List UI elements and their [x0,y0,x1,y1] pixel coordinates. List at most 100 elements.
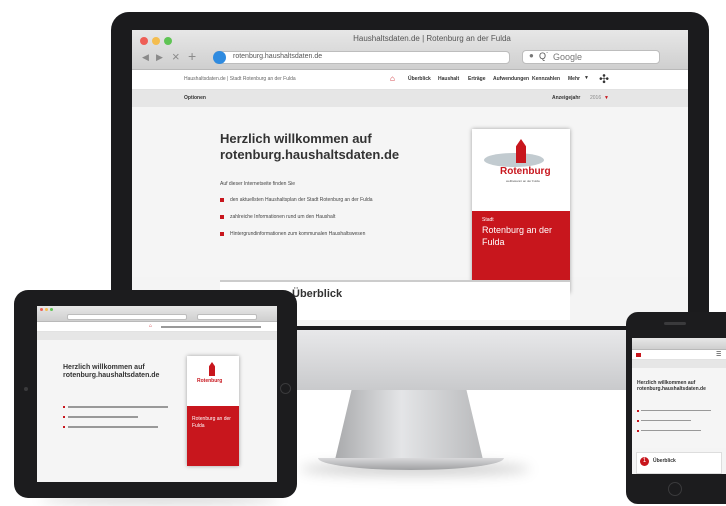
nav-mehr[interactable]: Mehr [568,76,580,82]
bullet-line [68,416,138,418]
tablet-browser-chrome [37,306,277,322]
site-favicon-icon [213,51,226,64]
options-bar: Optionen Anzeigejahr 2016 ▼ [132,90,688,107]
minimize-window-icon[interactable] [152,37,160,45]
phone-home-button[interactable] [668,482,682,496]
phone-screen: ☰ Herzlich willkommen auf rotenburg.haus… [632,338,726,474]
new-tab-icon[interactable]: + [188,48,196,64]
site-brand[interactable]: Haushaltsdaten.de | Stadt Rotenburg an d… [184,76,296,82]
home-icon[interactable]: ⌂ [149,323,152,329]
bullet-line [68,406,168,408]
bullet-line [641,420,691,421]
phone-welcome-section: Herzlich willkommen auf rotenburg.hausha… [632,368,726,448]
maximize-window-icon[interactable] [164,37,172,45]
landscape-graphic [484,153,544,167]
nav-ertraege[interactable]: Erträge [468,76,486,82]
phone-overview-title: Überblick [653,458,676,464]
back-icon[interactable]: ◀ [142,52,149,63]
search-placeholder: Google [553,52,583,62]
chevron-down-icon[interactable]: ▼ [604,95,609,101]
bullet-item: zahlreiche Informationen rund um den Hau… [230,214,336,220]
bullet-item: den aktuellsten Haushaltsplan der Stadt … [230,197,373,203]
overview-heading: Überblick [292,288,343,300]
options-label[interactable]: Optionen [184,95,206,101]
section-number-badge: 1 [640,457,649,466]
close-window-icon[interactable] [40,308,43,311]
settings-icon[interactable]: ✣ [599,72,609,86]
nav-haushalt[interactable]: Haushalt [438,76,459,82]
tablet-options-bar [37,332,277,340]
search-field[interactable]: ● Q˙ Google [522,50,660,64]
city-logo-word: Rotenburg [500,166,551,177]
address-bar[interactable]: rotenburg.haushaltsdaten.de [213,51,510,64]
phone-site-header: ☰ [632,350,726,360]
tablet-welcome-section: Herzlich willkommen auf rotenburg.hausha… [37,340,277,482]
city-name-line1: Rotenburg an der [192,416,231,422]
city-name-line1: Rotenburg an der [482,225,553,235]
chevron-down-icon[interactable]: ▼ [584,75,589,81]
bullet-marker [220,215,224,219]
stop-icon[interactable]: × [172,49,180,64]
browser-chrome: Haushaltsdaten.de | Rotenburg an der Ful… [132,30,688,70]
tablet-city-card[interactable]: Rotenburg Rotenburg an der Fulda [187,356,239,466]
nav-kennzahlen[interactable]: Kennzahlen [532,76,560,82]
tablet-screen: ⌂ Herzlich willkommen auf rotenburg.haus… [37,306,277,482]
city-kicker: Stadt [482,217,494,223]
city-name-line2: Fulda [482,237,505,247]
year-label: Anzeigejahr [552,95,581,101]
nav-aufwendungen[interactable]: Aufwendungen [493,76,529,82]
bullet-marker [220,232,224,236]
monitor-screen: Haushaltsdaten.de | Rotenburg an der Ful… [132,30,688,326]
welcome-title-line2: rotenburg.haushaltsdaten.de [220,147,400,162]
tablet-welcome-title-line1: Herzlich willkommen auf [63,364,145,371]
site-header: Haushaltsdaten.de | Stadt Rotenburg an d… [132,70,688,90]
bullet-marker [63,416,65,418]
phone-browser-chrome [632,338,726,350]
menu-icon[interactable]: ☰ [716,351,721,358]
city-logo: Rotenburg weltbekannt an der Fulda [472,129,570,191]
city-logo-word: Rotenburg [197,378,223,384]
search-icon: Q˙ [539,51,549,61]
tablet-home-button[interactable] [280,383,291,394]
bullet-marker [637,430,639,432]
city-name-line2: Fulda [192,423,205,429]
welcome-title-line1: Herzlich willkommen auf [220,131,372,146]
tablet-camera-icon [24,387,28,391]
welcome-intro: Auf dieser Internetseite finden Sie [220,181,296,187]
city-logo-sub: weltbekannt an der Fulda [506,179,540,183]
castle-tower-icon [516,139,526,163]
bullet-line [641,430,701,431]
castle-tower-icon [209,362,215,376]
site-flag-icon [636,353,641,357]
search-field[interactable] [197,314,257,320]
phone-speaker [664,322,686,325]
forward-icon[interactable]: ▶ [156,52,163,63]
bullet-line [68,426,158,428]
monitor-stand [334,388,484,464]
minimize-window-icon[interactable] [45,308,48,311]
welcome-section: Herzlich willkommen auf rotenburg.hausha… [132,107,688,293]
year-select[interactable]: 2016 [590,95,601,101]
city-card-panel: Rotenburg an der Fulda [187,406,239,466]
bullet-marker [220,198,224,202]
bullet-marker [63,426,65,428]
nav-ueberblick[interactable]: Überblick [408,76,431,82]
tablet-welcome-title-line2: rotenburg.haushaltsdaten.de [63,372,160,379]
nav-placeholder [161,326,261,328]
bullet-marker [637,420,639,422]
home-icon[interactable]: ⌂ [390,74,395,83]
phone-options-bar [632,360,726,368]
address-bar[interactable] [67,314,187,320]
close-window-icon[interactable] [140,37,148,45]
bullet-marker [63,406,65,408]
address-text: rotenburg.haushaltsdaten.de [233,53,323,60]
phone-overview-card[interactable]: 1 Überblick [636,452,722,474]
bullet-marker [637,410,639,412]
city-card[interactable]: Rotenburg weltbekannt an der Fulda Stadt… [472,129,570,293]
bullet-item: Hintergrundinformationen zum kommunalen … [230,231,366,237]
maximize-window-icon[interactable] [50,308,53,311]
window-title: Haushaltsdaten.de | Rotenburg an der Ful… [353,34,511,43]
bullet-line [641,410,711,411]
phone-welcome-title-line2: rotenburg.haushaltsdaten.de [637,386,706,392]
tablet-site-header: ⌂ [37,322,277,332]
